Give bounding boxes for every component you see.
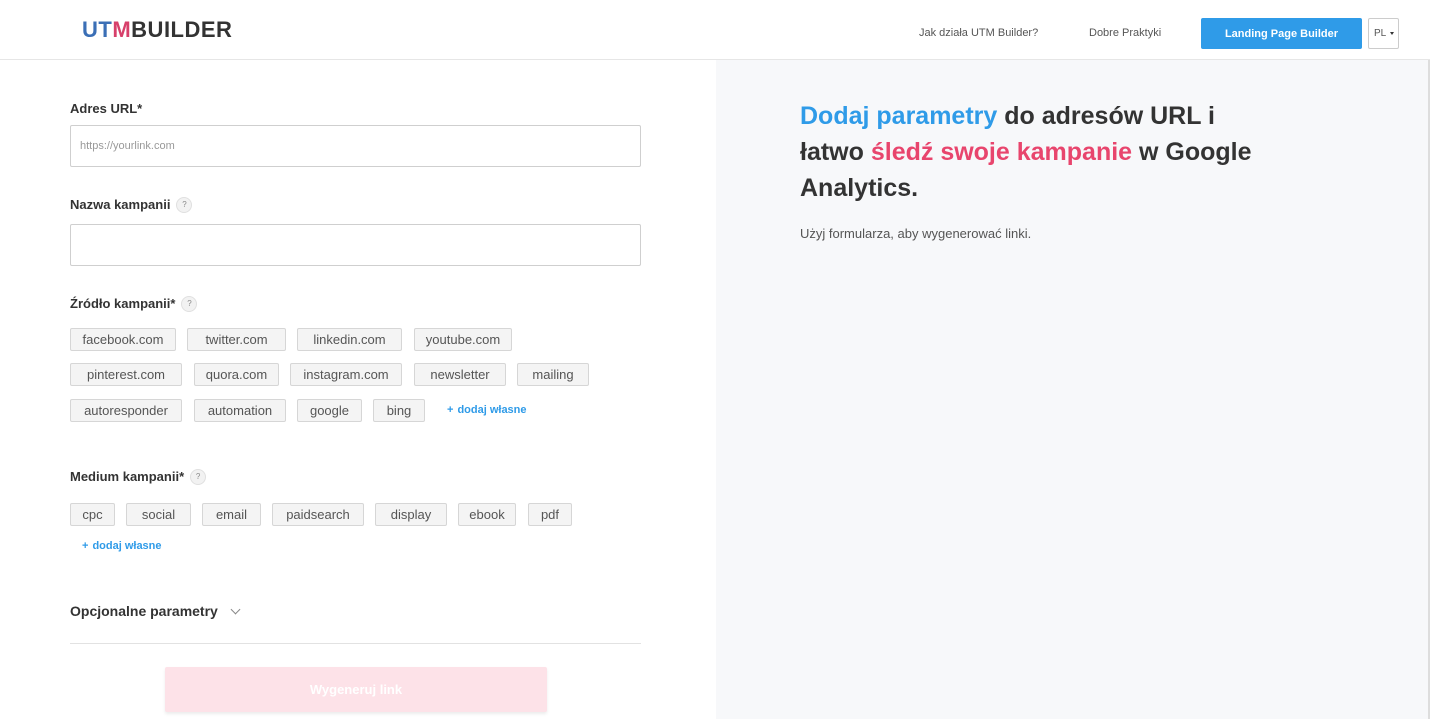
caret-down-icon (1390, 32, 1394, 35)
optional-params-toggle[interactable]: Opcjonalne parametry (70, 603, 241, 619)
source-tag[interactable]: facebook.com (70, 328, 176, 351)
source-tag[interactable]: google (297, 399, 362, 422)
landing-page-builder-button[interactable]: Landing Page Builder (1201, 18, 1362, 49)
medium-tag[interactable]: social (126, 503, 191, 526)
source-tag[interactable]: autoresponder (70, 399, 182, 422)
medium-tag[interactable]: email (202, 503, 261, 526)
chevron-down-icon (230, 604, 241, 615)
source-tag[interactable]: mailing (517, 363, 589, 386)
medium-tag[interactable]: cpc (70, 503, 115, 526)
plus-icon: + (82, 540, 89, 552)
source-tag[interactable]: instagram.com (290, 363, 402, 386)
nav-how-it-works[interactable]: Jak działa UTM Builder? (919, 27, 1038, 39)
help-icon[interactable]: ? (176, 197, 193, 213)
header: UTMBUILDER Jak działa UTM Builder? Dobre… (0, 0, 1430, 60)
source-tag[interactable]: youtube.com (414, 328, 512, 351)
generate-link-button[interactable]: Wygeneruj link (165, 667, 547, 712)
source-tag[interactable]: quora.com (194, 363, 279, 386)
campaign-source-label: Źródło kampanii*? (70, 296, 198, 312)
medium-tag[interactable]: ebook (458, 503, 516, 526)
source-tag[interactable]: twitter.com (187, 328, 286, 351)
plus-icon: + (447, 404, 454, 416)
hero-panel: Dodaj parametry do adresów URL i łatwo ś… (716, 60, 1430, 719)
source-tag[interactable]: bing (373, 399, 425, 422)
nav-best-practices[interactable]: Dobre Praktyki (1089, 27, 1161, 39)
source-tag[interactable]: linkedin.com (297, 328, 402, 351)
campaign-name-label: Nazwa kampanii? (70, 197, 193, 213)
medium-tag[interactable]: display (375, 503, 447, 526)
hero-subtext: Użyj formularza, aby wygenerować linki. (800, 226, 1032, 241)
url-label: Adres URL* (70, 101, 143, 116)
source-tag[interactable]: newsletter (414, 363, 506, 386)
language-select[interactable]: PL (1368, 18, 1399, 49)
source-tag[interactable]: automation (194, 399, 286, 422)
logo[interactable]: UTMBUILDER (82, 17, 232, 43)
campaign-name-input[interactable] (70, 224, 641, 266)
campaign-medium-label: Medium kampanii*? (70, 469, 207, 485)
language-value: PL (1374, 28, 1387, 39)
help-icon[interactable]: ? (181, 296, 198, 312)
hero-headline: Dodaj parametry do adresów URL i łatwo ś… (800, 102, 1252, 202)
add-own-medium-button[interactable]: + dodaj własne (82, 540, 162, 552)
medium-tag[interactable]: paidsearch (272, 503, 364, 526)
source-tag[interactable]: pinterest.com (70, 363, 182, 386)
help-icon[interactable]: ? (190, 469, 207, 485)
url-input[interactable] (70, 125, 641, 167)
add-own-source-button[interactable]: + dodaj własne (447, 404, 527, 416)
medium-tag[interactable]: pdf (528, 503, 572, 526)
divider (70, 643, 641, 644)
